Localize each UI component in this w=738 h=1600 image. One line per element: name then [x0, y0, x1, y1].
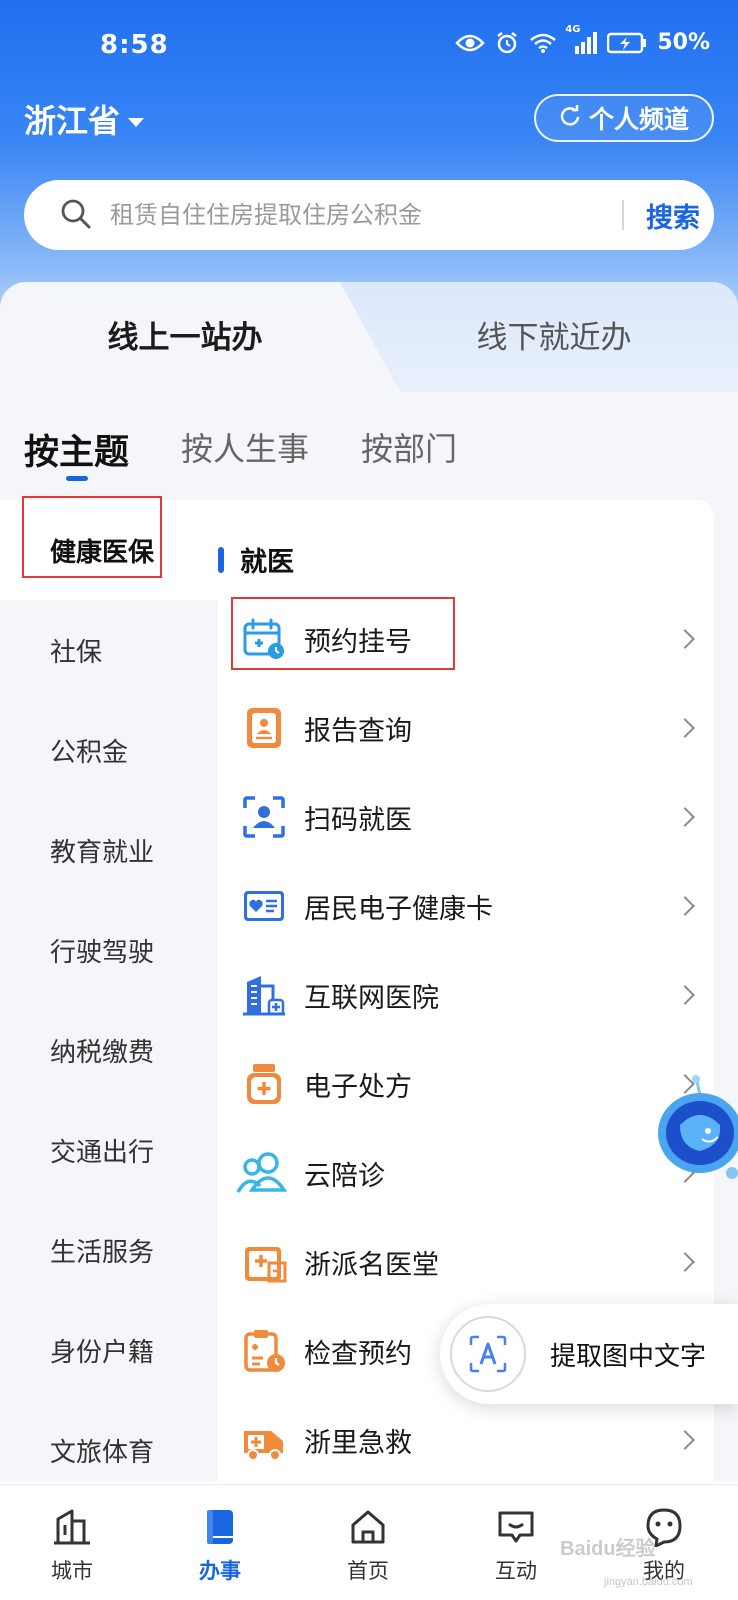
- service-cloud-escort[interactable]: 云陪诊: [218, 1128, 714, 1218]
- side-nav-item-identity[interactable]: 身份户籍: [0, 1300, 218, 1400]
- side-nav: 健康医保 社保 公积金 教育就业 行驶驾驶 纳税缴费 交通出行 生活服务 身份户…: [0, 500, 218, 1482]
- briefcase-book-icon: [198, 1505, 242, 1549]
- nav-label: 城市: [51, 1559, 93, 1583]
- service-label: 预约挂号: [304, 626, 412, 658]
- nav-services[interactable]: 办事: [160, 1485, 280, 1600]
- battery-icon: [607, 32, 647, 54]
- nav-interact[interactable]: 互动: [456, 1485, 576, 1600]
- nav-label: 互动: [495, 1559, 537, 1583]
- chevron-right-icon: [675, 985, 695, 1005]
- province-label: 浙江省: [24, 102, 121, 140]
- side-nav-item-health[interactable]: 健康医保: [0, 500, 218, 600]
- refresh-icon: [559, 104, 581, 133]
- search-input[interactable]: [110, 196, 610, 234]
- nav-label: 首页: [347, 1559, 389, 1583]
- ocr-extract-button[interactable]: 提取图中文字: [440, 1304, 738, 1404]
- network-type: 4G: [565, 23, 581, 35]
- side-nav-item-life-services[interactable]: 生活服务: [0, 1200, 218, 1300]
- nav-home[interactable]: 首页: [308, 1485, 428, 1600]
- report-icon: [240, 704, 288, 752]
- hospital-building-icon: [240, 971, 288, 1019]
- watermark: Baidu经验: [560, 1538, 656, 1560]
- clipboard-clock-icon: [240, 1327, 288, 1375]
- service-e-prescription[interactable]: 电子处方: [218, 1039, 714, 1129]
- service-label: 居民电子健康卡: [304, 893, 493, 925]
- service-label: 检查预约: [304, 1338, 412, 1370]
- home-icon: [346, 1505, 390, 1549]
- text-scan-icon: [450, 1316, 526, 1392]
- robot-assistant-icon[interactable]: [650, 1075, 738, 1185]
- health-card-icon: [240, 882, 288, 930]
- search-icon: [60, 198, 92, 234]
- watermark-url: jingyan.baidu.com: [604, 1576, 693, 1588]
- scan-person-icon: [240, 793, 288, 841]
- chevron-right-icon: [675, 629, 695, 649]
- ocr-label: 提取图中文字: [550, 1342, 707, 1372]
- tab-online-label: 线上一站办: [107, 320, 263, 356]
- service-label: 报告查询: [304, 715, 412, 747]
- side-nav-item-education[interactable]: 教育就业: [0, 800, 218, 900]
- service-label: 浙里急救: [304, 1427, 412, 1459]
- search-button[interactable]: 搜索: [638, 194, 708, 236]
- side-nav-item-housing-fund[interactable]: 公积金: [0, 700, 218, 800]
- service-scan-medical[interactable]: 扫码就医: [218, 772, 714, 862]
- city-building-icon: [50, 1505, 94, 1549]
- battery-percent: 50%: [657, 30, 710, 55]
- calendar-plus-icon: [240, 615, 288, 663]
- service-famous-doctor[interactable]: 浙派名医堂: [218, 1217, 714, 1307]
- nav-city[interactable]: 城市: [12, 1485, 132, 1600]
- side-nav-item-transport[interactable]: 交通出行: [0, 1100, 218, 1200]
- province-selector[interactable]: 浙江省: [24, 96, 145, 142]
- service-label: 互联网医院: [304, 982, 439, 1014]
- search-bar: 搜索: [24, 180, 714, 250]
- subtab-indicator: [66, 476, 88, 481]
- people-icon: [232, 1149, 292, 1197]
- service-label: 扫码就医: [304, 804, 412, 836]
- service-label: 电子处方: [304, 1071, 412, 1103]
- sub-tabs: 按主题 按人生事 按部门: [24, 424, 509, 481]
- nav-label: 办事: [199, 1559, 241, 1583]
- status-icons: 4G 50%: [455, 24, 710, 55]
- search-divider: [622, 200, 624, 230]
- clinic-icon: [240, 1238, 288, 1286]
- personal-channel-button[interactable]: 个人频道: [534, 94, 714, 142]
- side-nav-item-culture-sports[interactable]: 文旅体育: [0, 1400, 218, 1482]
- section-title: 就医: [218, 540, 294, 579]
- subtab-theme[interactable]: 按主题: [24, 424, 129, 475]
- medicine-bottle-icon: [240, 1060, 288, 1108]
- service-report-query[interactable]: 报告查询: [218, 683, 714, 773]
- section-title-text: 就医: [240, 547, 294, 578]
- service-label: 云陪诊: [304, 1160, 385, 1192]
- chevron-right-icon: [675, 807, 695, 827]
- service-health-card[interactable]: 居民电子健康卡: [218, 861, 714, 951]
- chat-bubble-icon: [494, 1505, 538, 1549]
- eye-icon: [455, 33, 486, 53]
- service-label: 浙派名医堂: [304, 1249, 439, 1281]
- subtab-department[interactable]: 按部门: [361, 424, 457, 475]
- side-nav-item-tax[interactable]: 纳税缴费: [0, 1000, 218, 1100]
- chevron-right-icon: [675, 1252, 695, 1272]
- service-internet-hospital[interactable]: 互联网医院: [218, 950, 714, 1040]
- status-bar: 8:58 4G 50%: [0, 0, 738, 90]
- alarm-icon: [495, 31, 519, 55]
- main-panel: 线上一站办 线下就近办 按主题 按人生事 按部门 健康医保 社保 公积金 教育就…: [0, 282, 738, 1482]
- wifi-icon: [529, 32, 557, 54]
- caret-down-icon: [128, 117, 145, 127]
- service-emergency[interactable]: 浙里急救: [218, 1395, 714, 1482]
- personal-channel-label: 个人频道: [588, 105, 689, 134]
- section-marker: [218, 546, 224, 573]
- service-appointment[interactable]: 预约挂号: [218, 594, 714, 684]
- chevron-right-icon: [675, 1430, 695, 1450]
- side-nav-item-driving[interactable]: 行驶驾驶: [0, 900, 218, 1000]
- ambulance-icon: [240, 1416, 288, 1464]
- status-time: 8:58: [100, 30, 169, 60]
- chevron-right-icon: [675, 718, 695, 738]
- chevron-right-icon: [675, 896, 695, 916]
- signal-icon: 4G: [565, 24, 598, 54]
- subtab-life-events[interactable]: 按人生事: [181, 424, 309, 475]
- tab-offline-label: 线下就近办: [476, 320, 632, 356]
- side-nav-item-social-security[interactable]: 社保: [0, 600, 218, 700]
